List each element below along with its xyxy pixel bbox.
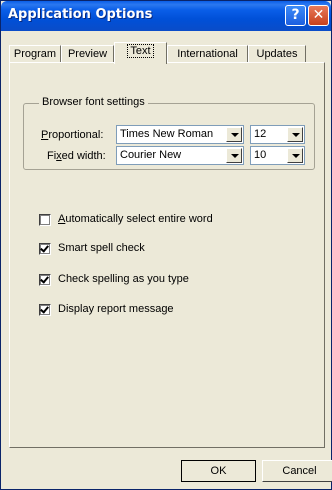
- chevron-down-icon[interactable]: [226, 148, 242, 163]
- display-report-label: Display report message: [58, 303, 174, 315]
- proportional-size-select[interactable]: 12: [250, 125, 305, 144]
- spell-as-you-type-label: Check spelling as you type: [58, 273, 189, 285]
- tab-text-label: Text: [127, 44, 154, 58]
- tab-program-label: Program: [13, 48, 57, 60]
- title-bar[interactable]: Application Options ? ✕: [1, 1, 331, 31]
- tab-preview-label: Preview: [67, 48, 108, 60]
- smart-spell-check-label: Smart spell check: [58, 242, 145, 254]
- fixed-width-size-value: 10: [254, 149, 267, 161]
- close-button[interactable]: ✕: [308, 5, 329, 26]
- chevron-down-icon[interactable]: [226, 127, 242, 142]
- help-icon: ?: [291, 7, 300, 23]
- cancel-button[interactable]: Cancel: [262, 460, 332, 482]
- font-settings-legend: Browser font settings: [39, 96, 148, 108]
- proportional-label: Proportional:: [41, 129, 104, 141]
- fixed-width-size-select[interactable]: 10: [250, 146, 305, 165]
- tab-program[interactable]: Program: [9, 45, 61, 63]
- fixed-width-label: Fixed width:: [47, 150, 106, 162]
- proportional-size-value: 12: [254, 128, 267, 140]
- display-report-checkbox[interactable]: [39, 304, 51, 316]
- window-title: Application Options: [8, 7, 153, 22]
- smart-spell-check-checkbox[interactable]: [39, 243, 51, 255]
- options-dialog: Application Options ? ✕ Program Preview …: [0, 0, 332, 490]
- tab-updates[interactable]: Updates: [248, 45, 306, 63]
- help-button[interactable]: ?: [285, 5, 306, 26]
- tab-international[interactable]: International: [167, 45, 248, 63]
- fixed-width-font-value: Courier New: [120, 149, 182, 161]
- auto-select-word-checkbox[interactable]: [39, 214, 51, 226]
- ok-button[interactable]: OK: [181, 460, 256, 482]
- tab-updates-label: Updates: [256, 48, 298, 60]
- tab-text[interactable]: Text: [114, 42, 167, 64]
- tab-preview[interactable]: Preview: [61, 45, 114, 63]
- chevron-down-icon[interactable]: [287, 127, 303, 142]
- proportional-font-value: Times New Roman: [120, 128, 214, 140]
- spell-as-you-type-checkbox[interactable]: [39, 274, 51, 286]
- tab-international-label: International: [177, 48, 238, 60]
- auto-select-word-label: Automatically select entire word: [58, 213, 213, 225]
- close-icon: ✕: [312, 7, 325, 23]
- proportional-font-select[interactable]: Times New Roman: [116, 125, 244, 144]
- fixed-width-font-select[interactable]: Courier New: [116, 146, 244, 165]
- chevron-down-icon[interactable]: [287, 148, 303, 163]
